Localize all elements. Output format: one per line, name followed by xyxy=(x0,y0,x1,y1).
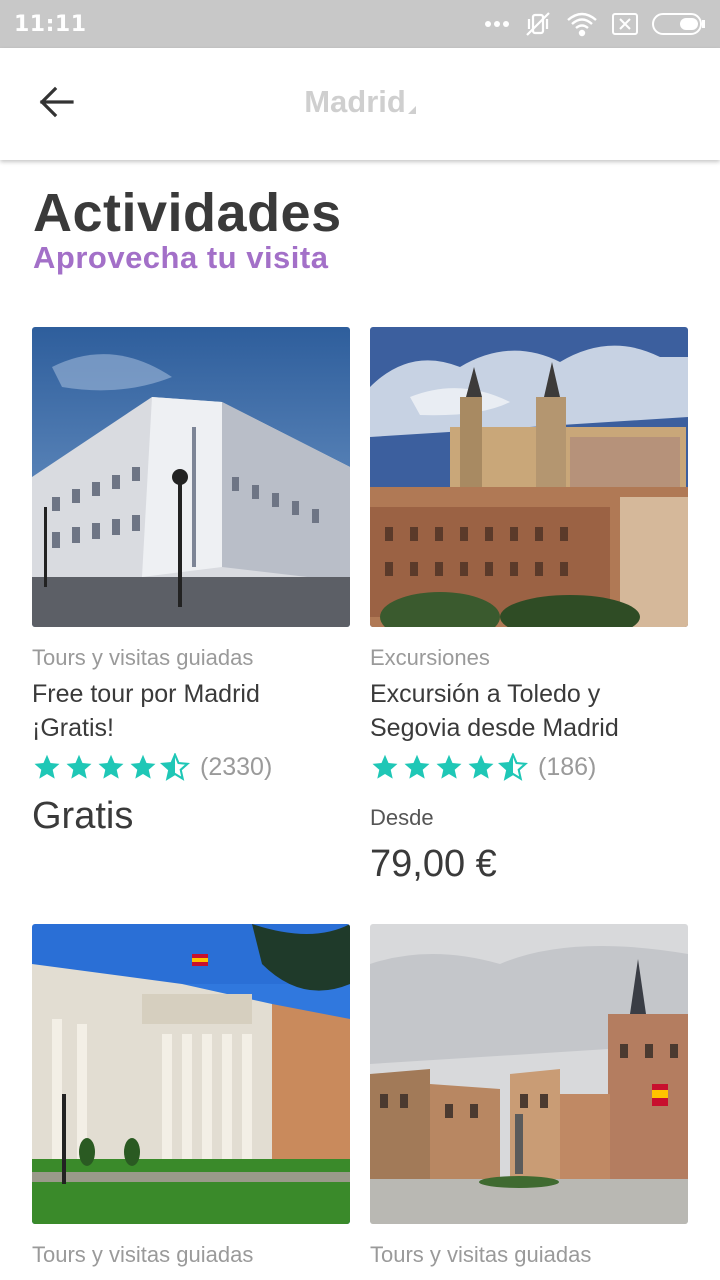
vibrate-off-icon xyxy=(524,10,552,38)
review-count: (2330) xyxy=(200,752,273,781)
activity-category: Excursiones xyxy=(370,645,490,670)
plaza-de-la-villa-image xyxy=(370,924,688,1224)
status-bar: 11:11 xyxy=(0,0,720,48)
royal-palace-image xyxy=(32,327,350,627)
wifi-icon xyxy=(566,11,598,37)
star-icon xyxy=(130,754,156,779)
activity-category: Tours y visitas guiadas xyxy=(32,645,254,670)
rating: (2330) xyxy=(32,751,350,783)
star-icon xyxy=(66,754,92,779)
section-subtitle: Aprovecha tu visita xyxy=(33,240,329,275)
activity-title-line: Free tour por Madrid xyxy=(32,680,260,708)
star-icon xyxy=(98,754,124,779)
sim-missing-icon xyxy=(612,13,638,35)
star-half-icon xyxy=(160,753,190,781)
price: Gratis xyxy=(32,795,134,837)
dropdown-caret-icon xyxy=(407,106,416,114)
activity-card-prado[interactable]: Tours y visitas guiadas xyxy=(32,924,350,1268)
app-bar: Madrid xyxy=(0,48,720,160)
rating-stars xyxy=(370,753,528,781)
review-count: (186) xyxy=(538,752,597,781)
price: 79,00 € xyxy=(370,843,497,885)
star-icon xyxy=(34,754,60,779)
star-icon xyxy=(372,754,398,779)
prado-museum-image xyxy=(32,924,350,1224)
star-icon xyxy=(404,754,430,779)
rating: (186) xyxy=(370,751,688,783)
star-icon xyxy=(436,754,462,779)
price-prefix: Desde xyxy=(370,805,434,830)
activity-card-plaza-villa[interactable]: Tours y visitas guiadas xyxy=(370,924,688,1268)
more-dots-icon xyxy=(484,20,510,28)
activity-card-free-tour[interactable]: Tours y visitas guiadas Free tour por Ma… xyxy=(32,327,350,838)
city-selector[interactable]: Madrid xyxy=(0,84,720,120)
section-title: Actividades xyxy=(33,183,342,243)
activity-card-toledo-segovia[interactable]: Excursiones Excursión a Toledo y Segovia… xyxy=(370,327,688,886)
activity-title-line: ¡Gratis! xyxy=(32,714,114,742)
toledo-image xyxy=(370,327,688,627)
battery-icon xyxy=(652,13,706,35)
city-name: Madrid xyxy=(304,84,406,119)
activity-title-line: Segovia desde Madrid xyxy=(370,714,619,742)
rating-stars xyxy=(32,753,190,781)
star-half-icon xyxy=(498,753,528,781)
status-time: 11:11 xyxy=(14,11,87,37)
activity-category: Tours y visitas guiadas xyxy=(32,1242,254,1267)
activity-title: Free tour por Madrid ¡Gratis! xyxy=(32,677,350,745)
activity-title-line: Excursión a Toledo y xyxy=(370,680,601,708)
activity-category: Tours y visitas guiadas xyxy=(370,1242,592,1267)
activity-title: Excursión a Toledo y Segovia desde Madri… xyxy=(370,677,688,745)
activities-list[interactable]: Actividades Aprovecha tu visita Tours y … xyxy=(0,160,720,1280)
star-icon xyxy=(468,754,494,779)
